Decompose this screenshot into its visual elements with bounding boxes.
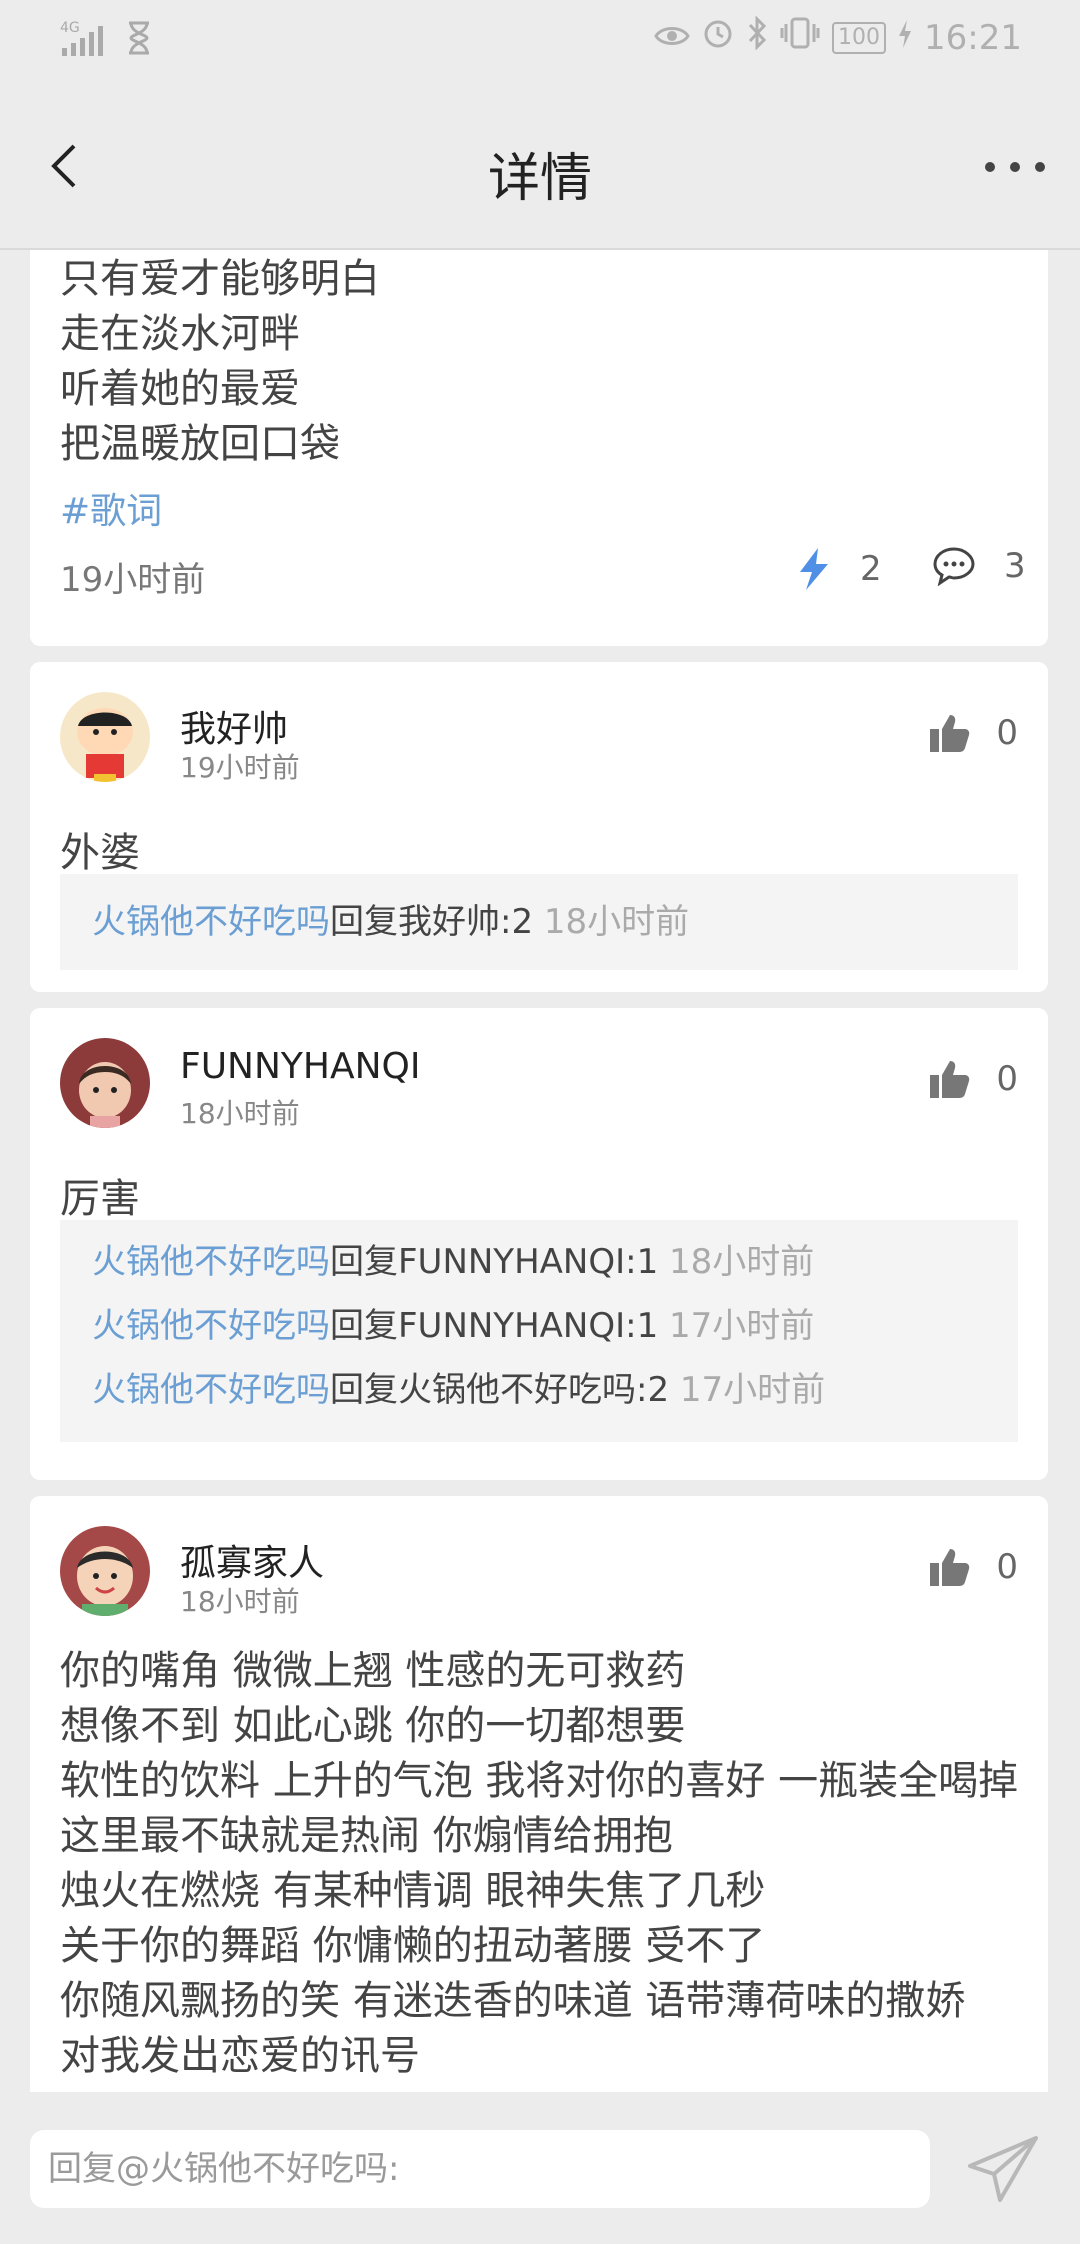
detail-scroll-area[interactable]: 只有爱才能够明白 走在淡水河畔 听着她的最爱 把温暖放回口袋 #歌词 19小时前… [0,250,1080,2092]
hashtag-link[interactable]: #歌词 [60,482,162,534]
thumbs-up-icon [930,715,970,752]
thumbs-up-icon [930,1061,970,1098]
charging-icon [898,18,912,58]
comment-author[interactable]: 我好帅 [180,700,288,752]
reply-user-link[interactable]: 火锅他不好吃吗 [92,902,330,942]
reply-item[interactable]: 火锅他不好吃吗回复火锅他不好吃吗:2 17小时前 [92,1358,986,1422]
avatar[interactable] [60,1526,150,1616]
comment-line: 对我发出恋爱的讯号 [60,2033,420,2079]
post-time: 19小时前 [60,560,206,600]
comment-line: 关于你的舞蹈 你慵懒的扭动著腰 受不了 [60,1923,766,1969]
comment-line: 你的嘴角 微微上翘 性感的无可救药 [60,1648,686,1694]
comment-line: 你随风飘扬的笑 有迷迭香的味道 语带薄荷味的撒娇 [60,1978,966,2024]
comment-like-button[interactable]: 0 [928,1546,1018,1588]
post-text: 只有爱才能够明白 走在淡水河畔 听着她的最爱 把温暖放回口袋 [60,252,380,472]
comment-card: FUNNYHANQI 18小时前 0 厉害 火锅他不好吃吗回复FUNNYHANQ… [30,1008,1048,1480]
comment-card: 孤寡家人 18小时前 0 你的嘴角 微微上翘 性感的无可救药 想像不到 如此心跳… [30,1496,1048,2092]
comment-bubble-icon [933,547,975,586]
comment-like-count: 0 [996,1059,1018,1099]
comment-like-count: 0 [996,713,1018,753]
send-icon [968,2136,1038,2202]
post-like-count: 2 [860,549,882,589]
send-button[interactable] [966,2132,1042,2208]
comment-like-button[interactable]: 0 [928,1058,1018,1100]
reply-item[interactable]: 火锅他不好吃吗回复我好帅:2 18小时前 [92,884,986,960]
post-comment-count: 3 [1004,546,1026,586]
reply-list: 火锅他不好吃吗回复FUNNYHANQI:1 18小时前 火锅他不好吃吗回复FUN… [60,1220,1018,1442]
post-comment-button[interactable]: 3 [932,546,1026,586]
battery-icon: 100 [832,21,887,54]
status-bar: 4G 100 16:21 [0,0,1080,80]
comment-text: 厉害 [60,1176,140,1222]
reply-text: 回复火锅他不好吃吗:2 [330,1370,670,1410]
post-line: 走在淡水河畔 [60,311,300,357]
post-line: 把温暖放回口袋 [60,421,340,467]
reply-user-link[interactable]: 火锅他不好吃吗 [92,1242,330,1282]
reply-text: 回复FUNNYHANQI:1 [330,1306,659,1346]
eye-icon [654,18,690,58]
reply-time: 17小时前 [669,1306,815,1346]
avatar[interactable] [60,692,150,782]
post-card: 只有爱才能够明白 走在淡水河畔 听着她的最爱 把温暖放回口袋 #歌词 19小时前… [30,250,1048,646]
comment-like-button[interactable]: 0 [928,712,1018,754]
reply-user-link[interactable]: 火锅他不好吃吗 [92,1306,330,1346]
hourglass-icon [126,21,152,59]
nav-bar: 详情 [0,80,1080,250]
reply-time: 17小时前 [679,1370,826,1410]
reply-user-link[interactable]: 火锅他不好吃吗 [92,1370,330,1410]
clock-time: 16:21 [924,17,1022,58]
comment-text: 你的嘴角 微微上翘 性感的无可救药 想像不到 如此心跳 你的一切都想要 软性的饮… [60,1644,1020,2084]
lightning-icon [800,548,828,590]
page-title: 详情 [487,149,592,209]
comment-line: 这里最不缺就是热闹 你煽情给拥抱 [60,1813,673,1859]
comment-text: 外婆 [60,830,140,876]
comment-author[interactable]: FUNNYHANQI [180,1046,421,1087]
comment-time: 18小时前 [180,1585,300,1618]
post-like-button[interactable]: 2 [796,546,882,592]
post-line: 只有爱才能够明白 [60,256,380,302]
thumbs-up-icon [930,1549,970,1586]
comment-time: 19小时前 [180,751,300,784]
comment-line: 软性的饮料 上升的气泡 我将对你的喜好 一瓶装全喝掉 [60,1758,1019,1804]
comment-time: 18小时前 [180,1097,300,1130]
vibrate-icon [780,16,820,59]
signal-icon: 4G [60,18,112,62]
reply-time: 18小时前 [543,902,690,942]
comment-author[interactable]: 孤寡家人 [180,1534,324,1586]
comment-like-count: 0 [996,1547,1018,1587]
alarm-icon [702,17,734,58]
comment-card: 我好帅 19小时前 0 外婆 火锅他不好吃吗回复我好帅:2 18小时前 [30,662,1048,992]
network-type: 4G [60,20,80,36]
battery-level: 100 [838,25,881,50]
more-options-button[interactable] [980,152,1050,182]
avatar[interactable] [60,1038,150,1128]
post-line: 听着她的最爱 [60,366,300,412]
reply-time: 18小时前 [669,1242,815,1282]
reply-text: 回复FUNNYHANQI:1 [330,1242,659,1282]
comment-line: 想像不到 如此心跳 你的一切都想要 [60,1703,686,1749]
more-dots-icon [985,162,1045,172]
reply-item[interactable]: 火锅他不好吃吗回复FUNNYHANQI:1 18小时前 [92,1230,986,1294]
comment-line: 烛火在燃烧 有某种情调 眼神失焦了几秒 [60,1868,766,1914]
reply-text: 回复我好帅:2 [330,902,534,942]
reply-item[interactable]: 火锅他不好吃吗回复FUNNYHANQI:1 17小时前 [92,1294,986,1358]
reply-input[interactable] [30,2130,930,2208]
bluetooth-icon [746,15,768,59]
reply-list: 火锅他不好吃吗回复我好帅:2 18小时前 [60,874,1018,970]
reply-bar [0,2092,1080,2244]
